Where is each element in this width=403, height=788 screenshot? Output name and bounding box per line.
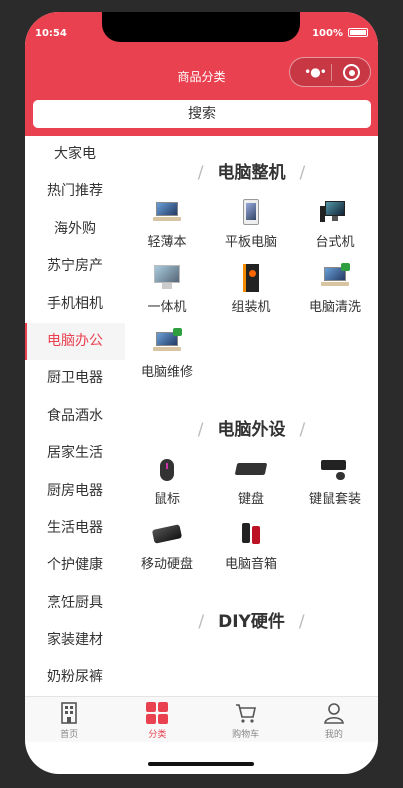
miniprogram-capsule: •●• xyxy=(289,57,371,87)
tab-label: 我的 xyxy=(324,730,343,740)
section-title: / 电脑外设 / xyxy=(197,420,306,440)
category-tile[interactable]: 电脑维修 xyxy=(125,328,209,393)
cart-icon xyxy=(234,701,258,725)
sidebar-item[interactable]: 苏宁房产 xyxy=(25,248,125,285)
notch xyxy=(102,12,300,42)
section-title: / DIY硬件 / xyxy=(198,612,305,632)
category-tile[interactable]: 移动硬盘 xyxy=(125,520,209,585)
phone-frame: 10:54 100% 商品分类 •●• 搜索 大家电 热门推荐 海外购 苏宁房产… xyxy=(25,12,378,774)
tile-label: 电脑维修 xyxy=(140,365,193,380)
search-area: 搜索 xyxy=(25,96,378,136)
more-options-icon[interactable]: •●• xyxy=(300,61,330,83)
capsule-divider xyxy=(331,64,332,81)
mouse-icon xyxy=(152,455,182,485)
home-indicator xyxy=(148,762,254,766)
tile-label: 轻薄本 xyxy=(147,235,187,250)
tile-label: 鼠标 xyxy=(153,492,180,507)
sidebar-item[interactable]: 烹饪厨具 xyxy=(25,585,125,622)
tab-cart[interactable]: 购物车 xyxy=(202,697,290,742)
search-button[interactable]: 搜索 xyxy=(33,100,371,128)
category-tile[interactable]: 电脑音箱 xyxy=(209,520,293,585)
product-grid: 鼠标 键盘 键鼠套装 移动硬盘 电脑音箱 xyxy=(125,455,378,585)
battery-icon xyxy=(348,28,368,37)
sidebar-item[interactable]: 居家生活 xyxy=(25,435,125,472)
category-tile[interactable]: 轻薄本 xyxy=(125,198,209,263)
category-content: / 电脑整机 / 轻薄本 平板电脑 台式机 一体机 组装机 电脑清洗 电脑维修 … xyxy=(125,136,378,696)
sidebar-item[interactable]: 厨房电器 xyxy=(25,473,125,510)
tile-label: 台式机 xyxy=(315,235,355,250)
navigation-bar: 商品分类 •●• xyxy=(25,52,378,96)
tile-label: 键鼠套装 xyxy=(308,492,361,507)
tab-category[interactable]: 分类 xyxy=(113,697,201,742)
tab-mine[interactable]: 我的 xyxy=(290,697,378,742)
category-tile[interactable]: 键盘 xyxy=(209,455,293,520)
sidebar-item[interactable]: 手机相机 xyxy=(25,286,125,323)
sidebar-item[interactable]: 家装建材 xyxy=(25,622,125,659)
pc-case-icon xyxy=(236,263,266,293)
tablet-icon xyxy=(236,198,266,228)
close-miniprogram-icon[interactable] xyxy=(343,64,360,81)
tab-label: 分类 xyxy=(148,730,167,740)
sidebar-item[interactable]: 个护健康 xyxy=(25,547,125,584)
category-tile[interactable]: 一体机 xyxy=(125,263,209,328)
user-icon xyxy=(322,701,346,725)
sidebar-item[interactable]: 海外购 xyxy=(25,211,125,248)
tab-label: 购物车 xyxy=(232,730,260,740)
category-grid-icon xyxy=(145,701,169,725)
tile-label: 平板电脑 xyxy=(224,235,277,250)
sidebar-item[interactable]: 厨卫电器 xyxy=(25,360,125,397)
laptop-repair-icon xyxy=(152,328,182,358)
tab-label: 首页 xyxy=(60,730,79,740)
category-tile[interactable]: 电脑清洗 xyxy=(293,263,377,328)
sidebar-item-active[interactable]: 电脑办公 xyxy=(25,322,125,361)
tile-label: 移动硬盘 xyxy=(140,557,193,572)
speaker-icon xyxy=(236,520,266,550)
tile-label: 一体机 xyxy=(147,300,187,315)
tile-label: 键盘 xyxy=(237,492,264,507)
keyboard-mouse-set-icon xyxy=(320,455,350,485)
laptop-icon xyxy=(152,198,182,228)
tile-label: 组装机 xyxy=(231,300,271,315)
laptop-clean-icon xyxy=(320,263,350,293)
home-building-icon xyxy=(57,701,81,725)
desktop-icon xyxy=(320,198,350,228)
section-title: / 电脑整机 / xyxy=(197,163,306,183)
category-tile[interactable]: 鼠标 xyxy=(125,455,209,520)
tile-label: 电脑清洗 xyxy=(308,300,361,315)
sidebar-item[interactable]: 奶粉尿裤 xyxy=(25,659,125,696)
category-tile[interactable]: 键鼠套装 xyxy=(293,455,377,520)
category-tile[interactable]: 平板电脑 xyxy=(209,198,293,263)
product-grid: 轻薄本 平板电脑 台式机 一体机 组装机 电脑清洗 电脑维修 xyxy=(125,198,378,393)
sidebar-item[interactable]: 热门推荐 xyxy=(25,173,125,210)
category-sidebar: 大家电 热门推荐 海外购 苏宁房产 手机相机 电脑办公 厨卫电器 食品酒水 居家… xyxy=(25,136,125,696)
bottom-tab-bar: 首页 分类 购物车 我的 xyxy=(25,696,378,742)
all-in-one-icon xyxy=(152,263,182,293)
external-hdd-icon xyxy=(151,520,183,550)
category-tile[interactable]: 台式机 xyxy=(293,198,377,263)
battery-percent: 100% xyxy=(312,28,343,39)
sidebar-item[interactable]: 大家电 xyxy=(25,136,125,173)
tile-label: 电脑音箱 xyxy=(224,557,277,572)
tab-home[interactable]: 首页 xyxy=(25,697,113,742)
category-tile[interactable]: 组装机 xyxy=(209,263,293,328)
keyboard-icon xyxy=(234,455,268,485)
status-time: 10:54 xyxy=(35,28,67,39)
sidebar-item[interactable]: 食品酒水 xyxy=(25,398,125,435)
sidebar-item[interactable]: 生活电器 xyxy=(25,510,125,547)
